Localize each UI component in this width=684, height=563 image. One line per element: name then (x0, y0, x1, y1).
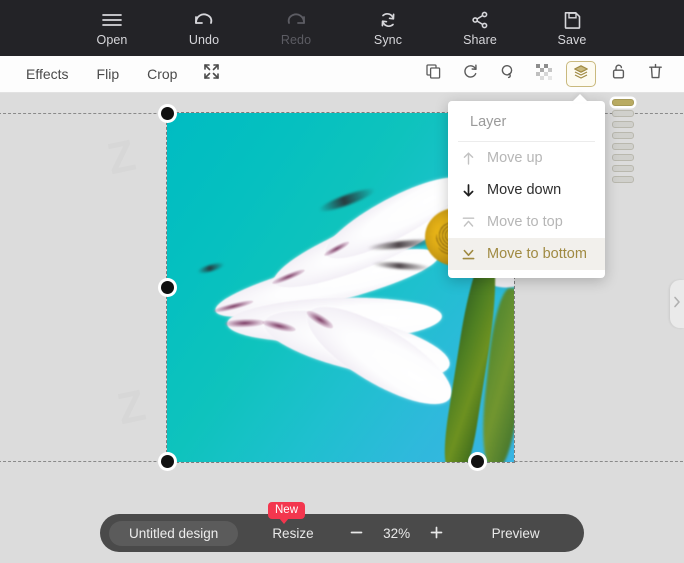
menu-item-label: Move to top (487, 214, 563, 230)
redo-arrow-icon (284, 9, 308, 31)
undo-button[interactable]: Undo (172, 9, 236, 47)
menu-item-move-to-top[interactable]: Move to top (448, 206, 605, 238)
zoom-level-value: 32% (380, 526, 414, 541)
resize-handle-bottom-right[interactable] (471, 455, 484, 468)
transparency-checker-icon (536, 64, 552, 85)
expand-fullscreen-icon (203, 63, 220, 85)
zoom-in-button[interactable] (430, 526, 444, 541)
arrow-to-bottom-icon (460, 247, 477, 262)
preview-button[interactable]: Preview (492, 526, 540, 541)
zoom-control-group: 32% (350, 526, 444, 541)
trash-bin-button[interactable] (640, 61, 670, 87)
layer-chip[interactable] (612, 132, 634, 139)
arrow-down-icon (460, 183, 477, 198)
layers-button[interactable] (566, 61, 596, 87)
crop-button[interactable]: Crop (133, 62, 191, 86)
watermark-mark: Z (113, 381, 150, 435)
watermark-mark: Z (103, 131, 140, 185)
layer-chip[interactable] (612, 165, 634, 172)
save-button[interactable]: Save (540, 9, 604, 47)
edit-toolbar-left-group: Effects Flip Crop (0, 59, 232, 89)
open-button[interactable]: Open (80, 9, 144, 47)
sync-refresh-icon (378, 9, 398, 31)
transparency-checker-button[interactable] (529, 61, 559, 87)
plus-icon (430, 523, 443, 544)
effects-button[interactable]: Effects (12, 62, 83, 86)
rotate-right-icon (462, 63, 479, 85)
hamburger-menu-icon (101, 9, 123, 31)
resize-handle-middle-left[interactable] (161, 281, 174, 294)
layer-chip[interactable] (612, 121, 634, 128)
redo-button[interactable]: Redo (264, 9, 328, 47)
floppy-disk-icon (563, 9, 582, 31)
resize-handle-bottom-left[interactable] (161, 455, 174, 468)
minus-icon (350, 523, 363, 544)
edit-toolbar: Effects Flip Crop (0, 56, 684, 93)
right-panel-expander[interactable] (670, 280, 684, 328)
chevron-right-icon (673, 295, 681, 313)
layer-dropdown-menu: Layer Move up Move down (448, 101, 605, 278)
flip-button[interactable]: Flip (83, 62, 134, 86)
save-button-label: Save (558, 34, 587, 47)
layer-chip-selected[interactable] (612, 99, 634, 106)
bottom-status-bar: Untitled design Resize 32% Preview (100, 514, 584, 552)
resize-button[interactable]: Resize (272, 526, 313, 541)
arrow-to-top-icon (460, 215, 477, 230)
photo-editor-window: Open Undo Redo (0, 0, 684, 563)
sync-button-label: Sync (374, 34, 402, 47)
open-button-label: Open (97, 34, 128, 47)
edit-toolbar-right-group (418, 61, 684, 87)
trash-bin-icon (648, 63, 663, 85)
layer-chip[interactable] (612, 154, 634, 161)
layer-chip[interactable] (612, 110, 634, 117)
duplicate-copy-button[interactable] (418, 61, 448, 87)
share-button[interactable]: Share (448, 9, 512, 47)
undo-button-label: Undo (189, 34, 219, 47)
menu-item-label: Move to bottom (487, 246, 587, 262)
magnifier-button[interactable] (492, 61, 522, 87)
document-name-field[interactable]: Untitled design (109, 521, 238, 546)
arrow-up-icon (460, 151, 477, 166)
expand-fullscreen-button[interactable] (191, 59, 232, 89)
dropdown-caret (572, 94, 588, 102)
menu-item-label: Move down (487, 182, 561, 198)
share-button-label: Share (463, 34, 497, 47)
zoom-out-button[interactable] (350, 526, 364, 541)
menu-item-move-up[interactable]: Move up (448, 142, 605, 174)
top-toolbar: Open Undo Redo (0, 0, 684, 56)
magnifier-icon (499, 63, 516, 85)
menu-item-move-down[interactable]: Move down (448, 174, 605, 206)
undo-arrow-icon (192, 9, 216, 31)
layer-chip[interactable] (612, 143, 634, 150)
menu-item-move-to-bottom[interactable]: Move to bottom (448, 238, 605, 270)
resize-handle-top-left[interactable] (161, 107, 174, 120)
redo-button-label: Redo (281, 34, 311, 47)
unlock-padlock-button[interactable] (603, 61, 633, 87)
unlock-padlock-icon (611, 63, 626, 85)
layer-chip[interactable] (612, 176, 634, 183)
sync-button[interactable]: Sync (356, 9, 420, 47)
layer-thumbnail-strip[interactable] (612, 99, 634, 183)
rotate-right-button[interactable] (455, 61, 485, 87)
new-badge: New (268, 502, 305, 519)
duplicate-copy-icon (425, 63, 442, 85)
layers-icon (573, 64, 589, 85)
menu-item-label: Move up (487, 150, 543, 166)
share-nodes-icon (470, 9, 490, 31)
layer-menu-title: Layer (458, 101, 595, 142)
